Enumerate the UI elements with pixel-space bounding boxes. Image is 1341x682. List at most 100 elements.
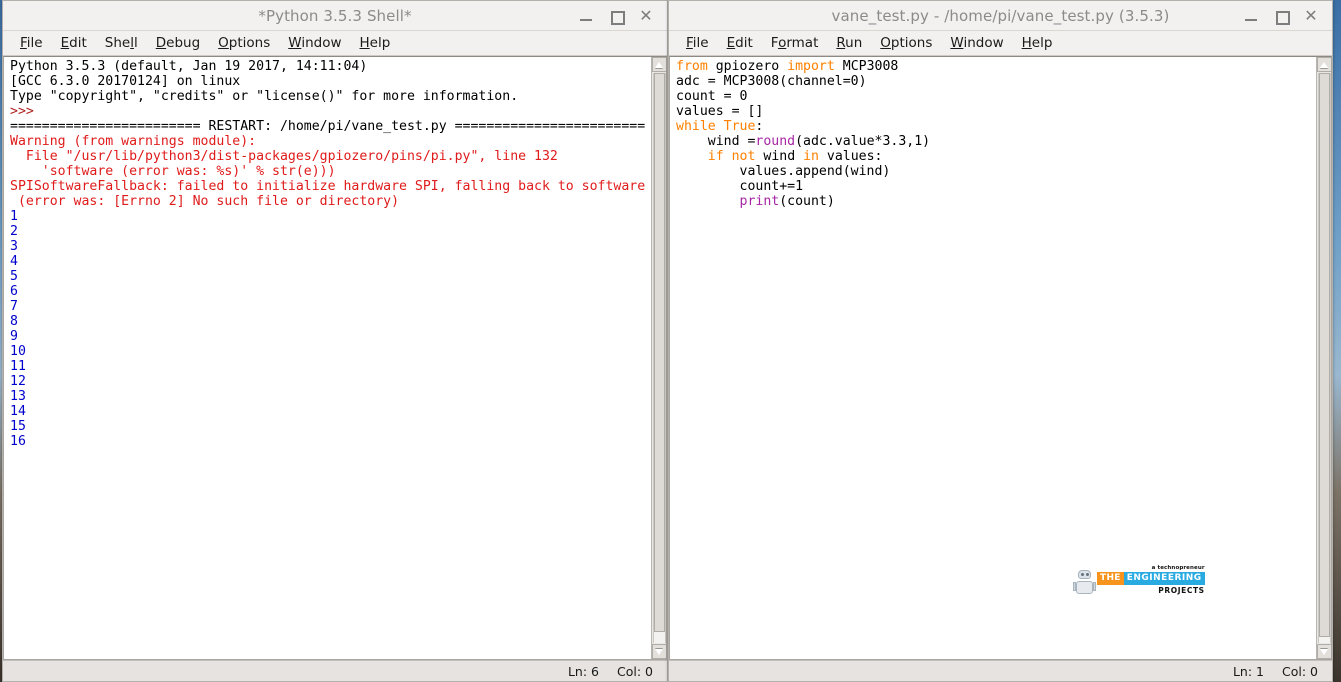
code-token: print xyxy=(740,194,780,209)
python-editor-window[interactable]: vane_test.py - /home/pi/vane_test.py (3.… xyxy=(668,0,1333,682)
code-token xyxy=(676,194,740,209)
shell-warning-line: 'software (error was: %s)' % str(e))) xyxy=(10,164,651,179)
menu-window[interactable]: Window xyxy=(279,33,350,53)
code-token: (adc.value*3.3,1) xyxy=(795,134,930,149)
scroll-up-icon[interactable] xyxy=(652,57,667,72)
menu-window[interactable]: Window xyxy=(941,33,1012,53)
code-token: wind xyxy=(755,149,803,164)
editor-line-indicator: Ln: 1 xyxy=(1233,664,1264,679)
code-line: count = 0 xyxy=(676,89,1316,104)
code-token: while xyxy=(676,119,716,134)
code-line: adc = MCP3008(channel=0) xyxy=(676,74,1316,89)
editor-statusbar: Ln: 1 Col: 0 xyxy=(669,660,1332,681)
shell-banner-line: Type "copyright", "credits" or "license(… xyxy=(10,89,651,104)
shell-output-text[interactable]: Python 3.5.3 (default, Jan 19 2017, 14:1… xyxy=(4,57,651,659)
shell-output-line: 7 xyxy=(10,299,651,314)
shell-banner-line: Python 3.5.3 (default, Jan 19 2017, 14:1… xyxy=(10,59,651,74)
shell-banner-line: [GCC 6.3.0 20170124] on linux xyxy=(10,74,651,89)
logo-word-the: THE xyxy=(1097,572,1124,585)
code-token: values.append(wind) xyxy=(676,164,890,179)
editor-titlebar[interactable]: vane_test.py - /home/pi/vane_test.py (3.… xyxy=(669,1,1332,31)
shell-vertical-scrollbar[interactable] xyxy=(651,57,666,659)
shell-titlebar[interactable]: *Python 3.5.3 Shell* ✕ xyxy=(3,1,667,31)
editor-window-title: vane_test.py - /home/pi/vane_test.py (3.… xyxy=(669,7,1332,25)
code-token xyxy=(716,119,724,134)
code-token: values = [] xyxy=(676,104,763,119)
shell-output-line: 10 xyxy=(10,344,651,359)
code-token: count = 0 xyxy=(676,89,747,104)
menu-shell[interactable]: Shell xyxy=(96,33,147,53)
editor-col-indicator: Col: 0 xyxy=(1282,664,1318,679)
shell-output-line: 4 xyxy=(10,254,651,269)
code-token: in xyxy=(803,149,819,164)
shell-text-region: Python 3.5.3 (default, Jan 19 2017, 14:1… xyxy=(3,56,667,660)
menu-debug[interactable]: Debug xyxy=(147,33,209,53)
code-token: from xyxy=(676,59,708,74)
shell-output-line: 14 xyxy=(10,404,651,419)
editor-vertical-scrollbar[interactable] xyxy=(1316,57,1331,659)
shell-output-line: 9 xyxy=(10,329,651,344)
editor-scroll-thumb[interactable] xyxy=(1319,73,1330,637)
code-line: print(count) xyxy=(676,194,1316,209)
shell-output-line: 5 xyxy=(10,269,651,284)
shell-output-line: 11 xyxy=(10,359,651,374)
menu-format[interactable]: Format xyxy=(762,33,828,53)
menu-edit[interactable]: Edit xyxy=(718,33,762,53)
shell-restart-line: ======================== RESTART: /home/… xyxy=(10,119,651,134)
shell-prompt: >>> xyxy=(10,104,651,119)
editor-code-text[interactable]: from gpiozero import MCP3008adc = MCP300… xyxy=(670,57,1316,659)
code-token: : xyxy=(755,119,763,134)
code-line: if not wind in values: xyxy=(676,149,1316,164)
code-token: not xyxy=(732,149,756,164)
code-line: values = [] xyxy=(676,104,1316,119)
shell-output-line: 12 xyxy=(10,374,651,389)
editor-menubar: File Edit Format Run Options Window Help xyxy=(669,31,1332,56)
code-line: wind =round(adc.value*3.3,1) xyxy=(676,134,1316,149)
menu-file[interactable]: File xyxy=(677,33,718,53)
menu-help[interactable]: Help xyxy=(351,33,400,53)
code-token: MCP3008 xyxy=(835,59,899,74)
scroll-down-icon[interactable] xyxy=(652,644,667,659)
scroll-up-icon[interactable] xyxy=(1317,57,1332,72)
scroll-down-icon[interactable] xyxy=(1317,644,1332,659)
menu-help[interactable]: Help xyxy=(1013,33,1062,53)
shell-line-indicator: Ln: 6 xyxy=(568,664,599,679)
shell-warning-line: SPISoftwareFallback: failed to initializ… xyxy=(10,179,651,194)
code-token: round xyxy=(755,134,795,149)
shell-col-indicator: Col: 0 xyxy=(617,664,653,679)
code-token: import xyxy=(787,59,835,74)
shell-output-line: 15 xyxy=(10,419,651,434)
minimize-icon[interactable] xyxy=(579,9,593,23)
menu-options[interactable]: Options xyxy=(871,33,941,53)
editor-window-controls: ✕ xyxy=(1244,9,1326,23)
shell-output-line: 2 xyxy=(10,224,651,239)
maximize-icon[interactable] xyxy=(1274,9,1288,23)
shell-scroll-track[interactable] xyxy=(653,73,666,643)
shell-warning-line: Warning (from warnings module): xyxy=(10,134,651,149)
shell-output-line: 3 xyxy=(10,239,651,254)
maximize-icon[interactable] xyxy=(609,9,623,23)
robot-icon xyxy=(1075,570,1094,595)
editor-text-region: from gpiozero import MCP3008adc = MCP300… xyxy=(669,56,1332,660)
python-shell-window[interactable]: *Python 3.5.3 Shell* ✕ File Edit Shell D… xyxy=(2,0,668,682)
shell-output-line: 13 xyxy=(10,389,651,404)
shell-output-line: 16 xyxy=(10,434,651,449)
close-icon[interactable]: ✕ xyxy=(1304,9,1318,23)
editor-scroll-track[interactable] xyxy=(1318,73,1331,643)
shell-menubar: File Edit Shell Debug Options Window Hel… xyxy=(3,31,667,56)
menu-run[interactable]: Run xyxy=(827,33,871,53)
menu-options[interactable]: Options xyxy=(209,33,279,53)
shell-output-line: 8 xyxy=(10,314,651,329)
code-token xyxy=(724,149,732,164)
menu-edit[interactable]: Edit xyxy=(52,33,96,53)
code-token: adc = MCP3008(channel=0) xyxy=(676,74,867,89)
code-token: gpiozero xyxy=(708,59,787,74)
code-token: wind = xyxy=(676,134,755,149)
shell-scroll-thumb[interactable] xyxy=(654,73,665,632)
shell-window-controls: ✕ xyxy=(579,9,661,23)
close-icon[interactable]: ✕ xyxy=(639,9,653,23)
minimize-icon[interactable] xyxy=(1244,9,1258,23)
menu-file[interactable]: File xyxy=(11,33,52,53)
shell-warning-line: File "/usr/lib/python3/dist-packages/gpi… xyxy=(10,149,651,164)
code-line: count+=1 xyxy=(676,179,1316,194)
